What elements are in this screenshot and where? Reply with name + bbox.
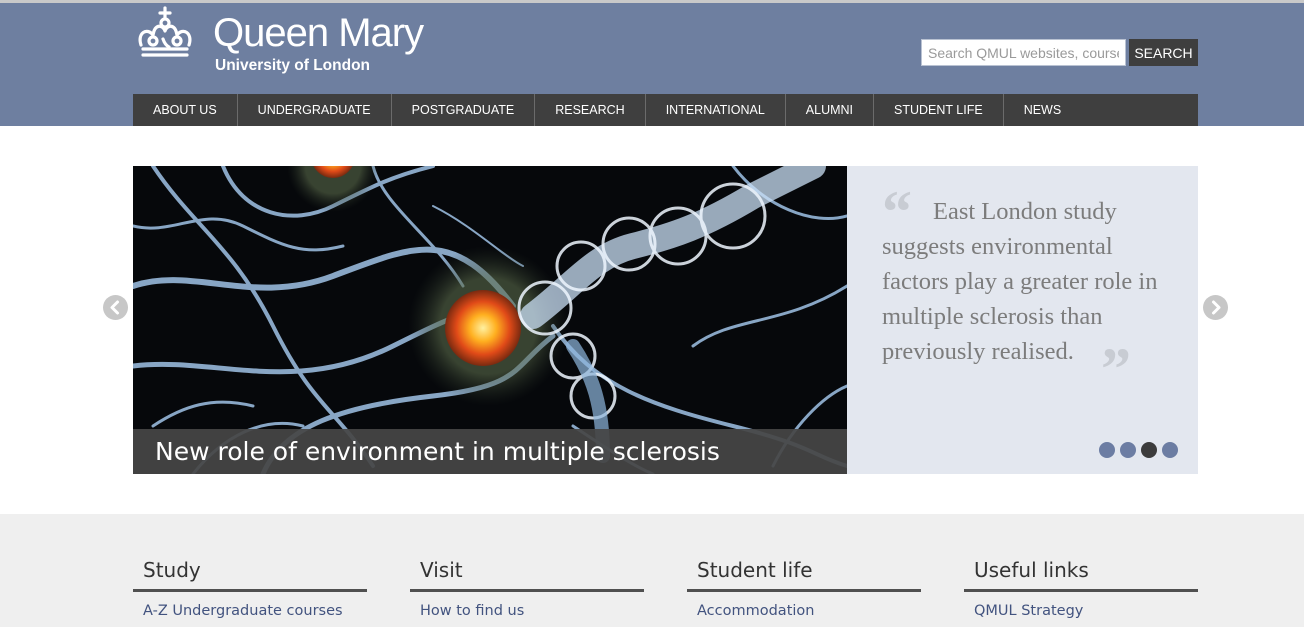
search-input[interactable] [921,39,1126,66]
carousel-next-button[interactable] [1203,295,1228,320]
footer-column-title: Visit [410,514,644,592]
carousel-dot[interactable] [1099,442,1115,458]
carousel-dot[interactable] [1162,442,1178,458]
site-logo[interactable]: Queen Mary University of London [133,5,433,77]
footer-column-title: Useful links [964,514,1198,592]
carousel-prev-button[interactable] [103,295,128,320]
chevron-left-icon [110,300,119,315]
neuron-illustration [133,166,847,474]
footer-column-study: Study A-Z Undergraduate courses [133,514,367,619]
footer-column-useful-links: Useful links QMUL Strategy [964,514,1198,619]
nav-item-about-us[interactable]: ABOUT US [133,94,238,126]
brand-name: Queen Mary [213,11,424,55]
hero-slide-image[interactable]: New role of environment in multiple scle… [133,166,847,474]
footer-links: Study A-Z Undergraduate courses Visit Ho… [0,514,1304,627]
nav-item-international[interactable]: INTERNATIONAL [646,94,786,126]
nav-item-postgraduate[interactable]: POSTGRADUATE [392,94,536,126]
carousel-pagination [1099,442,1178,458]
hero-quote-panel: “ East London study suggests environment… [847,166,1198,474]
quote-close-icon: ” [1101,336,1131,402]
footer-column-title: Student life [687,514,921,592]
footer-link[interactable]: QMUL Strategy [964,592,1198,619]
footer-column-title: Study [133,514,367,592]
footer-column-visit: Visit How to find us [410,514,644,619]
footer-column-student-life: Student life Accommodation [687,514,921,619]
nav-item-research[interactable]: RESEARCH [535,94,646,126]
nav-item-news[interactable]: NEWS [1004,94,1082,126]
main-nav: ABOUT US UNDERGRADUATE POSTGRADUATE RESE… [133,94,1198,126]
nav-item-alumni[interactable]: ALUMNI [786,94,875,126]
nav-item-undergraduate[interactable]: UNDERGRADUATE [238,94,392,126]
nav-item-student-life[interactable]: STUDENT LIFE [874,94,1004,126]
search-button[interactable]: SEARCH [1129,39,1198,66]
chevron-right-icon [1212,300,1221,315]
carousel-dot-active[interactable] [1141,442,1157,458]
carousel-dot[interactable] [1120,442,1136,458]
hero-caption[interactable]: New role of environment in multiple scle… [133,429,847,474]
footer-link[interactable]: Accommodation [687,592,921,619]
footer-link[interactable]: How to find us [410,592,644,619]
hero-quote: East London study suggests environmental… [882,198,1158,365]
brand-subtitle: University of London [215,57,370,74]
footer-link[interactable]: A-Z Undergraduate courses [133,592,367,619]
crown-logo-icon [138,6,192,57]
